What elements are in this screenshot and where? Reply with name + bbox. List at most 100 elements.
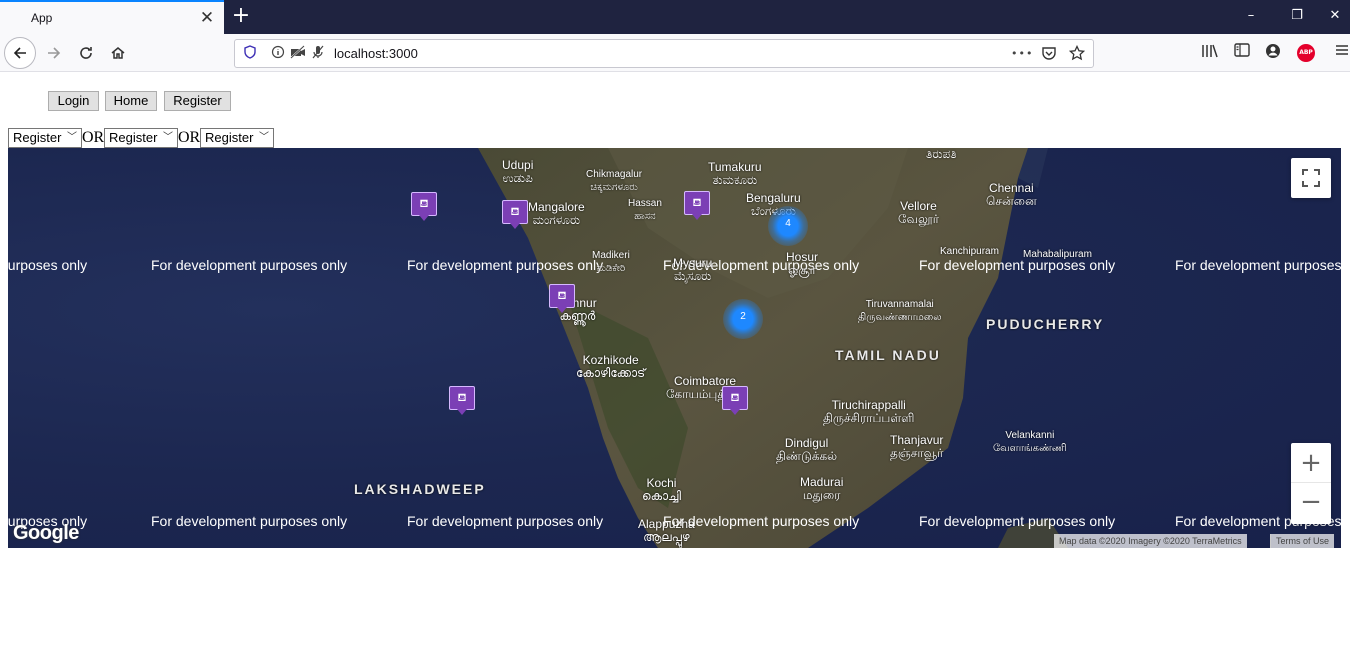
- map-marker[interactable]: ⛾: [411, 192, 437, 222]
- marker-cluster[interactable]: 4: [768, 206, 808, 246]
- place-label-madurai: Madurai மதுரை: [800, 475, 844, 502]
- dev-watermark: For development purposes only: [151, 513, 348, 529]
- shield-icon[interactable]: [241, 45, 259, 63]
- place-label-lakshadweep: LAKSHADWEEP: [354, 481, 486, 497]
- page-actions-icon[interactable]: •••: [1011, 45, 1033, 63]
- map-marker[interactable]: ⛾: [449, 386, 475, 416]
- place-label-udupi: Udupi ಉಡುಪಿ: [502, 158, 534, 185]
- place-label-tiruvannamalai: Tiruvannamalai திருவண்ணாமலை: [858, 299, 942, 323]
- hospital-marker-icon: ⛾: [411, 192, 437, 216]
- zoom-control: + −: [1291, 443, 1331, 524]
- place-label-mangalore: Mangalore ಮಂಗಳೂರು: [528, 200, 585, 227]
- cluster-count: 2: [740, 311, 746, 322]
- cluster-count: 4: [785, 218, 791, 229]
- register-button[interactable]: Register: [164, 91, 231, 111]
- place-label-velankanni: Velankanni வேளாங்கண்ணி: [993, 430, 1067, 454]
- menu-icon[interactable]: [1334, 43, 1350, 63]
- library-icon[interactable]: [1199, 43, 1221, 63]
- place-label-tamil-nadu: TAMIL NADU: [835, 347, 941, 363]
- chevron-down-icon: ﹀: [163, 132, 173, 143]
- map-attribution: Map data ©2020 Imagery ©2020 TerraMetric…: [1054, 534, 1247, 548]
- place-label-kochi: Kochi കൊച്ചി: [642, 476, 681, 503]
- place-label-tiruchirappalli: Tiruchirappalli திருச்சிராப்பள்ளி: [823, 398, 915, 425]
- forward-arrow-icon[interactable]: [38, 37, 70, 69]
- dev-watermark: For development purposes only: [663, 513, 860, 529]
- url-bar[interactable]: localhost:3000 •••: [234, 39, 1094, 68]
- dev-watermark: purposes only: [8, 257, 88, 273]
- marker-cluster[interactable]: 2: [723, 299, 763, 339]
- google-map[interactable]: purposes only For development purposes o…: [8, 148, 1341, 548]
- back-arrow-icon[interactable]: [4, 37, 36, 69]
- register-select-1-value: Register: [13, 130, 62, 145]
- hospital-marker-icon: ⛾: [722, 386, 748, 410]
- place-label-kozhikode: Kozhikode കോഴിക്കോട്: [576, 353, 646, 380]
- google-logo: Google: [13, 522, 79, 544]
- map-marker[interactable]: ⛾: [502, 200, 528, 230]
- plus-icon: +: [1300, 448, 1322, 478]
- camera-blocked-icon[interactable]: [289, 45, 307, 63]
- info-icon[interactable]: [269, 45, 287, 63]
- register-select-2-value: Register: [109, 130, 158, 145]
- dev-watermark: For development purposes only: [407, 257, 604, 273]
- place-label-mahabalipuram: Mahabalipuram: [1023, 249, 1092, 260]
- microphone-blocked-icon[interactable]: [309, 45, 327, 63]
- place-label-vellore: Vellore வேலூர்: [898, 199, 939, 226]
- url-text[interactable]: localhost:3000: [334, 46, 418, 61]
- account-icon[interactable]: [1262, 43, 1284, 63]
- place-label-thanjavur: Thanjavur தஞ்சாவூர்: [890, 433, 944, 460]
- fullscreen-button[interactable]: [1291, 158, 1331, 198]
- register-select-3[interactable]: Register ﹀: [200, 128, 274, 148]
- map-marker[interactable]: ⛾: [684, 191, 710, 221]
- home-icon[interactable]: [102, 37, 134, 69]
- browser-nav-bar: localhost:3000 ••• ABP: [0, 34, 1350, 72]
- place-label-puducherry: PUDUCHERRY: [986, 316, 1105, 332]
- map-marker[interactable]: ⛾: [549, 284, 575, 314]
- tab-close-icon[interactable]: ✕: [198, 8, 216, 28]
- place-label-dindigul: Dindigul திண்டுக்கல்: [776, 436, 838, 463]
- dev-watermark: For development purposes only: [151, 257, 348, 273]
- reload-icon[interactable]: [70, 37, 102, 69]
- bookmark-star-icon[interactable]: [1068, 44, 1086, 63]
- minus-icon: −: [1300, 487, 1322, 517]
- place-label-tumakuru: Tumakuru ತುಮಕೂರು: [708, 160, 762, 187]
- dev-watermark: For development purposes only: [407, 513, 604, 529]
- chevron-down-icon: ﹀: [259, 132, 269, 143]
- place-label-mysuru: Mysuru ಮೈಸೂರು: [673, 256, 713, 283]
- hospital-marker-icon: ⛾: [684, 191, 710, 215]
- hospital-marker-icon: ⛾: [502, 200, 528, 224]
- fullscreen-icon: [1302, 169, 1320, 187]
- tab-title: App: [31, 11, 53, 25]
- or-separator-1: OR: [82, 129, 105, 146]
- pocket-icon[interactable]: [1040, 45, 1058, 63]
- dev-watermark: For development purposes: [1175, 257, 1341, 273]
- place-label-chennai: Chennai சென்னை: [986, 181, 1037, 208]
- login-button[interactable]: Login: [48, 91, 99, 111]
- close-window-button[interactable]: ✕: [1320, 0, 1350, 34]
- hospital-marker-icon: ⛾: [549, 284, 575, 308]
- dev-watermark: For development purposes only: [919, 513, 1116, 529]
- place-label-kanchipuram: Kanchipuram: [940, 246, 999, 257]
- sidebar-icon[interactable]: [1231, 43, 1253, 63]
- register-select-3-value: Register: [205, 130, 254, 145]
- minimize-button[interactable]: –: [1228, 0, 1274, 34]
- browser-tab-bar: App ✕ + – ❐ ✕: [0, 0, 1350, 34]
- new-tab-button[interactable]: +: [228, 4, 254, 30]
- place-label-chikmagalur: Chikmagalur ಚಿಕ್ಕಮಗಳೂರು: [586, 169, 643, 193]
- restore-button[interactable]: ❐: [1274, 0, 1320, 34]
- adblock-plus-icon[interactable]: ABP: [1297, 44, 1315, 62]
- register-select-2[interactable]: Register ﹀: [104, 128, 178, 148]
- place-label-madikeri: Madikeri ಮಡಿಕೇರಿ: [592, 250, 630, 274]
- zoom-out-button[interactable]: −: [1291, 483, 1331, 523]
- hospital-marker-icon: ⛾: [449, 386, 475, 410]
- place-label-hassan: Hassan ಹಾಸನ: [628, 198, 662, 222]
- terms-of-use-link[interactable]: Terms of Use: [1270, 534, 1335, 548]
- zoom-in-button[interactable]: +: [1291, 443, 1331, 483]
- or-separator-2: OR: [178, 129, 201, 146]
- place-label-hosur: Hosur ஓசூர்: [786, 250, 819, 277]
- map-marker[interactable]: ⛾: [722, 386, 748, 416]
- active-tab[interactable]: App ✕: [0, 0, 224, 34]
- register-select-1[interactable]: Register ﹀: [8, 128, 82, 148]
- home-button[interactable]: Home: [105, 91, 157, 111]
- chevron-down-icon: ﹀: [67, 132, 77, 143]
- place-label-tirupati: ತಿರುಪತಿ: [926, 148, 957, 161]
